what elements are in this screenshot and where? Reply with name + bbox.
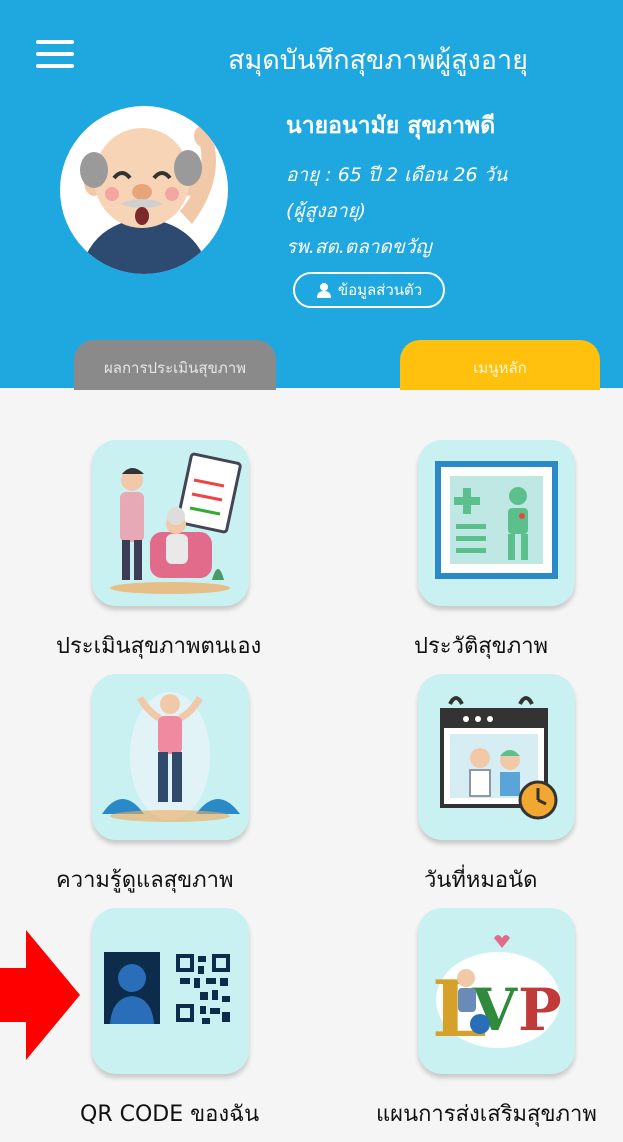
app-header: สมุดบันทึกสุขภาพผู้สูงอายุ นายอนามัย สุข… bbox=[0, 0, 623, 390]
svg-text:P: P bbox=[518, 976, 562, 1044]
user-age: อายุ : 65 ปี 2 เดือน 26 วัน bbox=[286, 164, 508, 186]
self-assessment-label: ประเมินสุขภาพตนเอง bbox=[56, 634, 262, 659]
profile-button[interactable]: ข้อมูลส่วนตัว bbox=[293, 272, 445, 308]
tab-assessment-results-label: ผลการประเมินสุขภาพ bbox=[103, 359, 247, 377]
self-assessment-illustration bbox=[110, 452, 242, 594]
red-arrow-icon bbox=[0, 930, 80, 1060]
tab-main-menu[interactable]: เมนูหลัก bbox=[400, 340, 600, 390]
appointment-illustration bbox=[440, 696, 558, 820]
promotion-plan-label: แผนการส่งเสริมสุขภาพ bbox=[376, 1102, 597, 1127]
health-knowledge-label: ความรู้ดูแลสุขภาพ bbox=[56, 868, 234, 893]
self-assessment-tile[interactable] bbox=[92, 440, 249, 606]
avatar bbox=[60, 106, 228, 274]
user-icon bbox=[316, 283, 331, 298]
qr-code-illustration bbox=[104, 952, 230, 1024]
profile-button-label: ข้อมูลส่วนตัว bbox=[337, 281, 423, 299]
health-history-tile[interactable] bbox=[418, 440, 575, 606]
promotion-plan-tile[interactable]: L V P bbox=[418, 908, 575, 1074]
appointment-label: วันที่หมอนัด bbox=[424, 868, 538, 893]
promotion-plan-illustration: L V P bbox=[432, 935, 562, 1055]
user-group: (ผู้สูงอายุ) bbox=[286, 200, 367, 222]
health-knowledge-tile[interactable] bbox=[92, 674, 249, 840]
menu-icon[interactable] bbox=[36, 40, 76, 68]
user-name: นายอนามัย สุขภาพดี bbox=[286, 113, 496, 139]
tab-assessment-results[interactable]: ผลการประเมินสุขภาพ bbox=[74, 340, 276, 390]
appointment-tile[interactable] bbox=[418, 674, 575, 840]
user-facility: รพ.สต.ตลาดขวัญ bbox=[286, 236, 432, 258]
qr-code-tile[interactable] bbox=[92, 908, 249, 1074]
health-knowledge-illustration bbox=[102, 692, 240, 822]
health-history-label: ประวัติสุขภาพ bbox=[414, 634, 549, 659]
health-history-illustration bbox=[435, 461, 558, 579]
tab-main-menu-label: เมนูหลัก bbox=[473, 359, 527, 377]
app-title: สมุดบันทึกสุขภาพผู้สูงอายุ bbox=[228, 45, 528, 76]
qr-code-label: QR CODE ของฉัน bbox=[80, 1102, 260, 1127]
